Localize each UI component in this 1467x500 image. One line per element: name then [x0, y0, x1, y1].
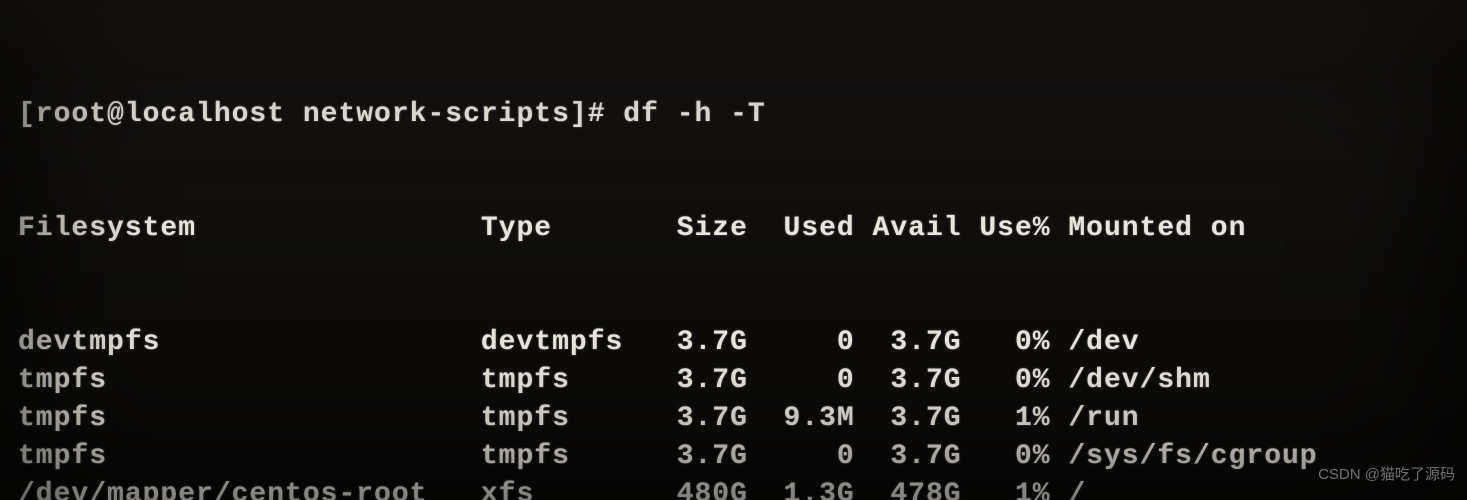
- prompt-line-1: [root@localhost network-scripts]# df -h …: [18, 96, 1449, 134]
- watermark-text: CSDN @猫吃了源码: [1318, 456, 1455, 494]
- df-row: devtmpfs devtmpfs 3.7G 0 3.7G 0% /dev: [18, 324, 1449, 362]
- df-row: tmpfs tmpfs 3.7G 9.3M 3.7G 1% /run: [18, 400, 1449, 438]
- terminal-window[interactable]: [root@localhost network-scripts]# df -h …: [0, 0, 1467, 500]
- df-header: Filesystem Type Size Used Avail Use% Mou…: [18, 210, 1449, 248]
- df-row: tmpfs tmpfs 3.7G 0 3.7G 0% /sys/fs/cgrou…: [18, 438, 1449, 476]
- df-row: tmpfs tmpfs 3.7G 0 3.7G 0% /dev/shm: [18, 362, 1449, 400]
- df-row: /dev/mapper/centos-root xfs 480G 1.3G 47…: [18, 476, 1449, 500]
